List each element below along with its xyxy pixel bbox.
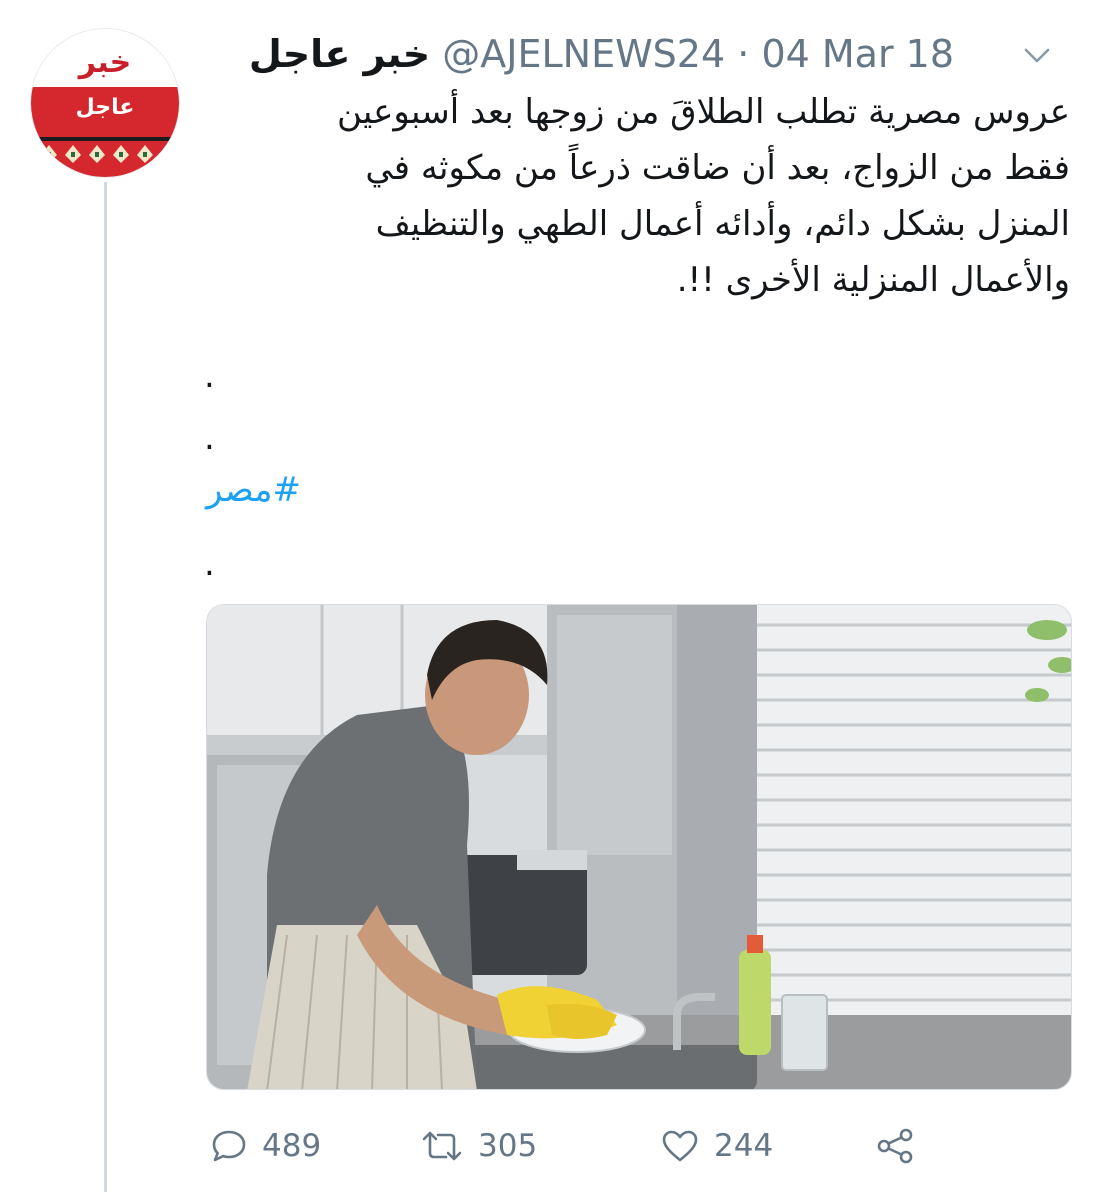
photo-man-washing-dishes <box>207 605 1071 1089</box>
tweet-text: عروس مصرية تطلب الطلاقَ من زوجها بعد أسب… <box>200 84 1070 308</box>
avatar-pattern-icon <box>31 133 179 167</box>
share-icon <box>877 1128 913 1164</box>
retweet-button[interactable]: 305 <box>420 1118 537 1174</box>
dot: . <box>204 418 215 458</box>
avatar-text-top: خبر <box>78 45 132 80</box>
dot: . <box>204 544 215 584</box>
tweet-date[interactable]: 04 Mar 18 <box>761 32 954 76</box>
comment-icon <box>212 1130 246 1162</box>
tweet-line: عروس مصرية تطلب الطلاقَ من زوجها بعد أسب… <box>336 92 1070 132</box>
hashtag-link[interactable]: #مصر <box>206 470 301 510</box>
tweet-actions: 489 305 244 <box>210 1118 970 1174</box>
tweet-line: والأعمال المنزلية الأخرى !!. <box>676 260 1070 300</box>
tweet-line: المنزل بشكل دائم، وأدائه أعمال الطهي وال… <box>375 204 1070 244</box>
like-count: 244 <box>714 1128 774 1164</box>
thread-line <box>104 182 107 1192</box>
handle[interactable]: @AJELNEWS24 <box>442 32 725 76</box>
reply-count: 489 <box>262 1128 322 1164</box>
like-button[interactable]: 244 <box>660 1118 773 1174</box>
separator: · <box>737 32 750 76</box>
tweet: خبر عاجل خبر عاجل @AJELNEWS24 · 04 Mar 1… <box>0 0 1104 1200</box>
tweet-header: خبر عاجل @AJELNEWS24 · 04 Mar 18 <box>239 30 954 78</box>
retweet-count: 305 <box>478 1128 538 1164</box>
retweet-icon <box>422 1131 462 1161</box>
heart-icon <box>662 1130 698 1162</box>
tweet-photo[interactable] <box>206 604 1072 1090</box>
display-name[interactable]: خبر عاجل <box>249 32 430 76</box>
chevron-down-icon[interactable] <box>1020 38 1054 72</box>
reply-button[interactable]: 489 <box>210 1118 321 1174</box>
tweet-line: فقط من الزواج، بعد أن ضاقت ذرعاً من مكوث… <box>365 148 1070 188</box>
avatar[interactable]: خبر عاجل <box>30 28 180 178</box>
share-button[interactable] <box>875 1118 929 1174</box>
avatar-text-bottom: عاجل <box>75 95 135 120</box>
dot: . <box>204 356 215 396</box>
